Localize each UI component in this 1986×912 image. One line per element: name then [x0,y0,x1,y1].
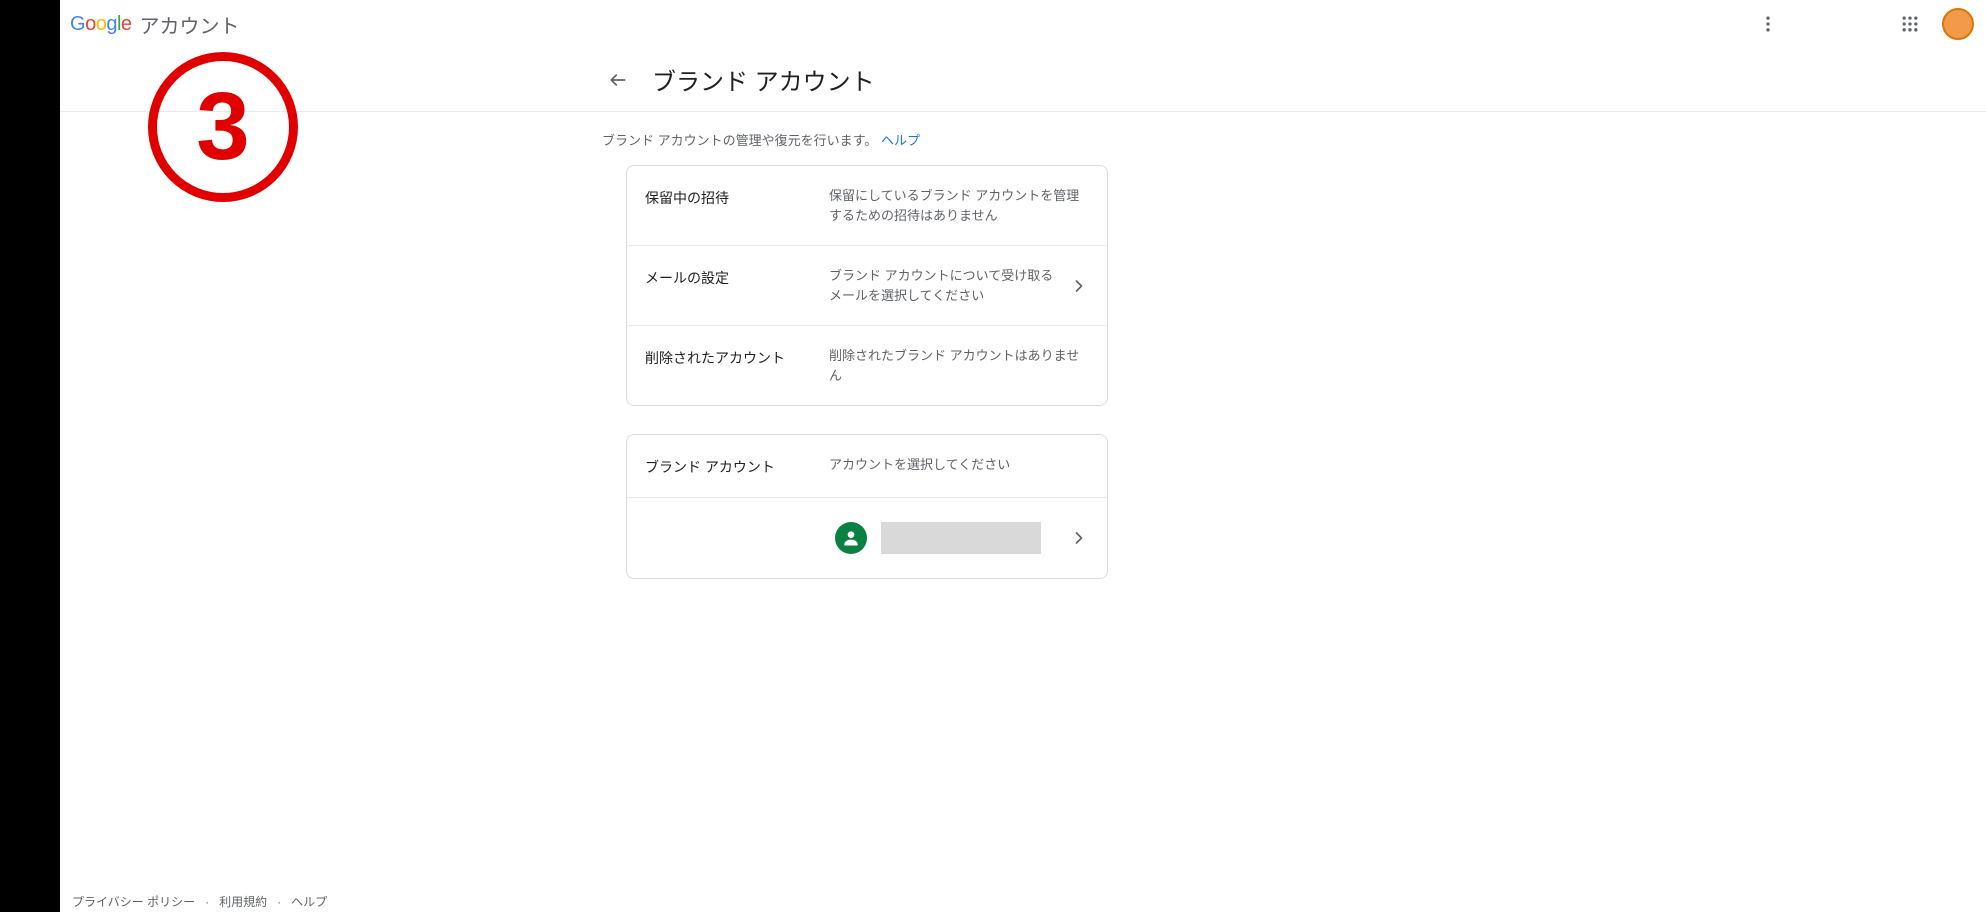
row-desc: 削除されたブランド アカウントはありません [829,346,1089,385]
page-header: ブランド アカウント [60,48,1986,112]
account-name-redacted [881,522,1041,554]
page-description: ブランド アカウントの管理や復元を行います。 ヘルプ [60,112,1986,165]
row-brand-accounts-header: ブランド アカウント アカウントを選択してください [627,435,1107,497]
apps-grid-icon[interactable] [1890,4,1930,44]
more-vert-icon[interactable] [1748,4,1788,44]
row-desc: ブランド アカウントについて受け取るメールを選択してください [829,266,1055,305]
row-label: 削除されたアカウント [645,346,815,368]
row-desc: アカウントを選択してください [829,455,1089,475]
page-title: ブランド アカウント [652,62,875,97]
account-avatar-icon [835,522,867,554]
main-area: Google アカウント ブランド アカウント ブランド アカウントの管理や復元… [60,0,1986,912]
page-description-text: ブランド アカウントの管理や復元を行います。 [602,133,877,148]
app-bar: Google アカウント [60,0,1986,48]
separator-dot [275,895,283,909]
separator-dot [203,895,211,909]
row-pending-invites: 保留中の招待 保留にしているブランド アカウントを管理するための招待はありません [627,166,1107,245]
chevron-right-icon [1069,276,1089,296]
help-footer-link[interactable]: ヘルプ [291,893,327,910]
brand-account-item[interactable] [627,497,1107,578]
row-deleted-accounts: 削除されたアカウント 削除されたブランド アカウントはありません [627,325,1107,405]
help-link[interactable]: ヘルプ [881,133,920,148]
privacy-link[interactable]: プライバシー ポリシー [72,893,195,910]
row-label: ブランド アカウント [645,455,815,477]
left-black-strip [0,0,60,912]
brand-accounts-card: ブランド アカウント アカウントを選択してください [626,434,1108,579]
row-label: メールの設定 [645,266,815,288]
terms-link[interactable]: 利用規約 [219,893,267,910]
row-label: 保留中の招待 [645,186,815,208]
user-avatar[interactable] [1942,8,1974,40]
google-logo: Google [70,13,132,36]
chevron-right-icon [1069,528,1089,548]
product-name: アカウント [140,10,240,39]
row-email-settings[interactable]: メールの設定 ブランド アカウントについて受け取るメールを選択してください [627,245,1107,325]
settings-card: 保留中の招待 保留にしているブランド アカウントを管理するための招待はありません… [626,165,1108,406]
footer-links: プライバシー ポリシー 利用規約 ヘルプ [72,893,327,910]
back-button[interactable] [602,64,634,96]
card-column: 保留中の招待 保留にしているブランド アカウントを管理するための招待はありません… [626,165,1108,579]
row-desc: 保留にしているブランド アカウントを管理するための招待はありません [829,186,1089,225]
